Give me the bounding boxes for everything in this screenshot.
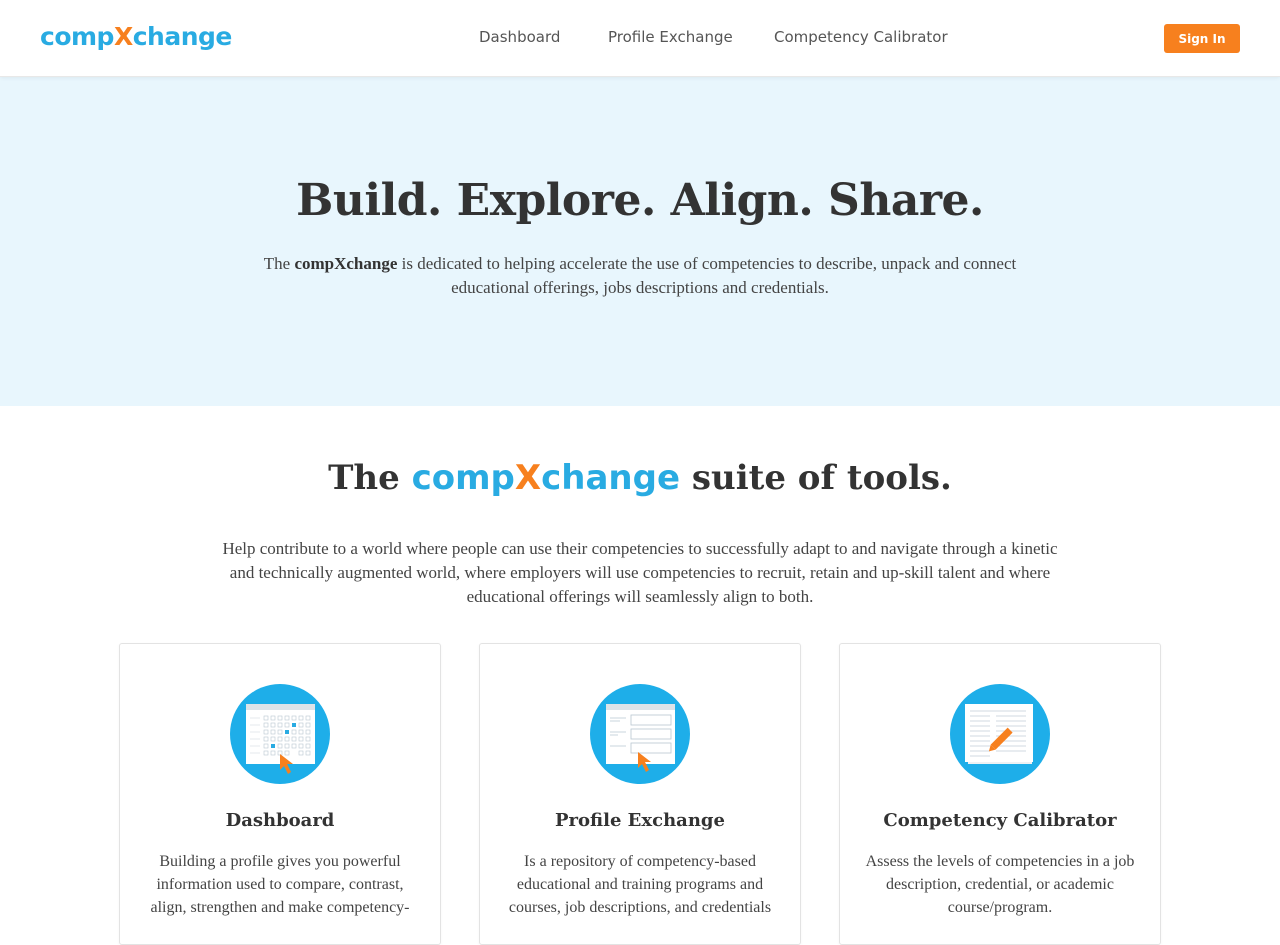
hero-brand: compXchange — [294, 254, 398, 273]
profile-exchange-card-text: Is a repository of competency-based educ… — [508, 853, 772, 916]
sign-in-button[interactable]: Sign In — [1164, 24, 1240, 53]
suite-brand: compXchange — [411, 458, 680, 498]
suite-title: The compXchange suite of tools. — [328, 458, 952, 498]
profile-exchange-card-title: Profile Exchange — [555, 810, 725, 831]
profile-exchange-card[interactable]: Profile Exchange Is a repository of comp… — [479, 643, 801, 945]
hero-section: Build. Explore. Align. Share. The compXc… — [0, 77, 1280, 406]
main-nav: Dashboard Profile Exchange Competency Ca… — [0, 28, 1280, 48]
competency-calibrator-card[interactable]: Competency Calibrator Assess the levels … — [839, 643, 1161, 945]
calibrator-document-icon — [950, 684, 1050, 784]
dashboard-grid-icon — [230, 684, 330, 784]
hero-title: Build. Explore. Align. Share. — [296, 175, 984, 226]
nav-profile-exchange[interactable]: Profile Exchange — [608, 28, 733, 46]
site-header: compXchange Dashboard Profile Exchange C… — [0, 0, 1280, 77]
competency-calibrator-card-title: Competency Calibrator — [883, 810, 1117, 831]
dashboard-card[interactable]: Dashboard Building a profile gives you p… — [119, 643, 441, 945]
nav-dashboard[interactable]: Dashboard — [479, 28, 560, 46]
profile-form-icon — [590, 684, 690, 784]
dashboard-card-title: Dashboard — [225, 810, 335, 831]
dashboard-card-text: Building a profile gives you powerful in… — [150, 853, 410, 916]
hero-description: The compXchange is dedicated to helping … — [263, 254, 1017, 297]
nav-competency-calibrator[interactable]: Competency Calibrator — [774, 28, 948, 46]
suite-description: Help contribute to a world where people … — [222, 539, 1058, 606]
competency-calibrator-card-text: Assess the levels of competencies in a j… — [865, 853, 1135, 916]
